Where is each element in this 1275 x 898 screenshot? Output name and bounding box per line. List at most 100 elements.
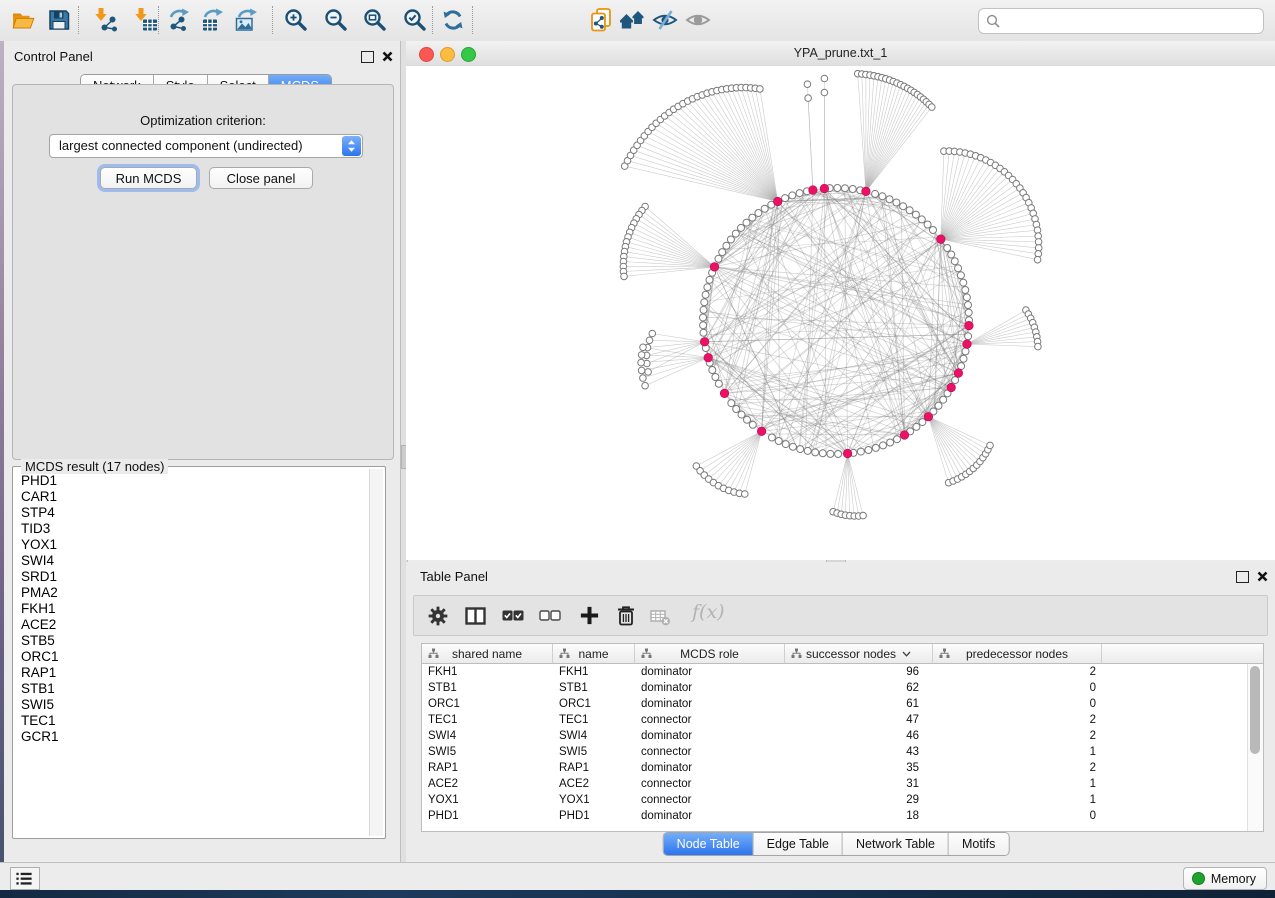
float-panel-icon[interactable]: [361, 51, 374, 63]
network-node[interactable]: [930, 227, 937, 234]
network-node[interactable]: [948, 251, 955, 258]
network-hub-node[interactable]: [757, 427, 766, 436]
network-node[interactable]: [782, 195, 789, 202]
network-node[interactable]: [797, 446, 804, 453]
network-node[interactable]: [640, 375, 647, 382]
network-hub-node[interactable]: [900, 431, 909, 440]
table-row[interactable]: PHD1PHD1dominator180: [422, 808, 1263, 824]
mcds-result-item[interactable]: FKH1: [14, 601, 369, 617]
table-tab-node-table[interactable]: Node Table: [664, 833, 754, 855]
network-node[interactable]: [955, 265, 962, 272]
network-node[interactable]: [894, 436, 901, 443]
network-node[interactable]: [900, 203, 907, 210]
show-columns-icon[interactable]: [465, 607, 486, 630]
network-canvas[interactable]: [406, 66, 1275, 560]
network-node[interactable]: [640, 344, 647, 351]
hide-selected-icon[interactable]: [652, 7, 678, 33]
network-node[interactable]: [893, 199, 900, 206]
network-node[interactable]: [649, 330, 656, 337]
save-session-icon[interactable]: [46, 7, 72, 33]
show-all-icon[interactable]: [685, 7, 711, 33]
mcds-result-item[interactable]: PHD1: [14, 473, 369, 489]
close-panel-icon[interactable]: [382, 51, 393, 62]
network-node[interactable]: [865, 447, 872, 454]
import-network-icon[interactable]: [93, 7, 119, 33]
table-row[interactable]: FKH1FKH1dominator962: [422, 664, 1263, 680]
network-node[interactable]: [857, 448, 864, 455]
network-node[interactable]: [646, 337, 653, 344]
network-node[interactable]: [701, 299, 708, 306]
run-mcds-button[interactable]: Run MCDS: [100, 167, 197, 189]
open-session-icon[interactable]: [10, 7, 36, 33]
network-node[interactable]: [951, 258, 958, 265]
optimization-criterion-select[interactable]: largest connected component (undirected): [49, 134, 363, 158]
network-hub-node[interactable]: [862, 187, 871, 196]
mcds-result-item[interactable]: GCR1: [14, 729, 369, 745]
table-row[interactable]: YOX1YOX1connector291: [422, 792, 1263, 808]
network-hub-node[interactable]: [820, 184, 829, 193]
network-hub-node[interactable]: [937, 235, 946, 244]
table-row[interactable]: SWI4SWI4dominator462: [422, 728, 1263, 744]
network-node[interactable]: [728, 400, 735, 407]
network-node[interactable]: [929, 104, 936, 111]
close-panel-button[interactable]: Close panel: [209, 167, 313, 189]
table-row[interactable]: STB1STB1dominator620: [422, 680, 1263, 696]
network-node[interactable]: [804, 447, 811, 454]
mcds-result-item[interactable]: YOX1: [14, 537, 369, 553]
mcds-result-item[interactable]: TEC1: [14, 713, 369, 729]
network-node[interactable]: [819, 450, 826, 457]
network-hub-node[interactable]: [843, 449, 852, 458]
mcds-result-item[interactable]: STB1: [14, 681, 369, 697]
network-node[interactable]: [700, 306, 707, 313]
network-node[interactable]: [712, 374, 719, 381]
destroy-table-icon[interactable]: [650, 609, 671, 632]
network-node[interactable]: [645, 369, 652, 376]
network-node[interactable]: [749, 214, 756, 221]
network-node[interactable]: [715, 380, 722, 387]
mcds-result-item[interactable]: SWI4: [14, 553, 369, 569]
network-hub-node[interactable]: [954, 369, 963, 378]
table-row[interactable]: RAP1RAP1dominator352: [422, 760, 1263, 776]
network-node[interactable]: [782, 441, 789, 448]
network-node[interactable]: [700, 314, 707, 321]
network-node[interactable]: [812, 449, 819, 456]
network-node[interactable]: [935, 402, 942, 409]
table-tab-network-table[interactable]: Network Table: [843, 833, 949, 855]
mcds-result-item[interactable]: ORC1: [14, 649, 369, 665]
refresh-layout-icon[interactable]: [440, 7, 466, 33]
mcds-result-item[interactable]: SWI5: [14, 697, 369, 713]
network-node[interactable]: [960, 355, 967, 362]
network-hub-node[interactable]: [704, 353, 713, 362]
search-box[interactable]: [978, 8, 1264, 34]
zoom-selected-icon[interactable]: [402, 7, 428, 33]
network-hub-node[interactable]: [924, 412, 933, 421]
network-node[interactable]: [642, 382, 649, 389]
network-node[interactable]: [804, 81, 811, 88]
network-node[interactable]: [960, 279, 967, 286]
network-node[interactable]: [789, 443, 796, 450]
network-node[interactable]: [912, 211, 919, 218]
network-node[interactable]: [940, 396, 947, 403]
table-row[interactable]: ORC1ORC1dominator610: [422, 696, 1263, 712]
network-node[interactable]: [987, 442, 994, 449]
zoom-fit-icon[interactable]: [362, 7, 388, 33]
table-tab-edge-table[interactable]: Edge Table: [754, 833, 843, 855]
network-node[interactable]: [775, 438, 782, 445]
new-network-from-selection-icon[interactable]: [588, 7, 614, 33]
mcds-result-item[interactable]: PMA2: [14, 585, 369, 601]
network-node[interactable]: [755, 210, 762, 217]
network-node[interactable]: [880, 442, 887, 449]
network-node[interactable]: [700, 322, 707, 329]
create-column-plus-icon[interactable]: [580, 606, 599, 630]
export-network-icon[interactable]: [166, 7, 192, 33]
memory-button[interactable]: Memory: [1183, 867, 1267, 890]
network-node[interactable]: [962, 287, 969, 294]
network-node[interactable]: [704, 284, 711, 291]
network-node[interactable]: [742, 491, 749, 498]
network-hub-node[interactable]: [809, 186, 818, 195]
column-header-successor-nodes[interactable]: successor nodes: [785, 644, 933, 664]
network-hub-node[interactable]: [963, 340, 972, 349]
network-node[interactable]: [821, 89, 828, 96]
table-row[interactable]: TEC1TEC1connector472: [422, 712, 1263, 728]
network-node[interactable]: [723, 242, 730, 249]
